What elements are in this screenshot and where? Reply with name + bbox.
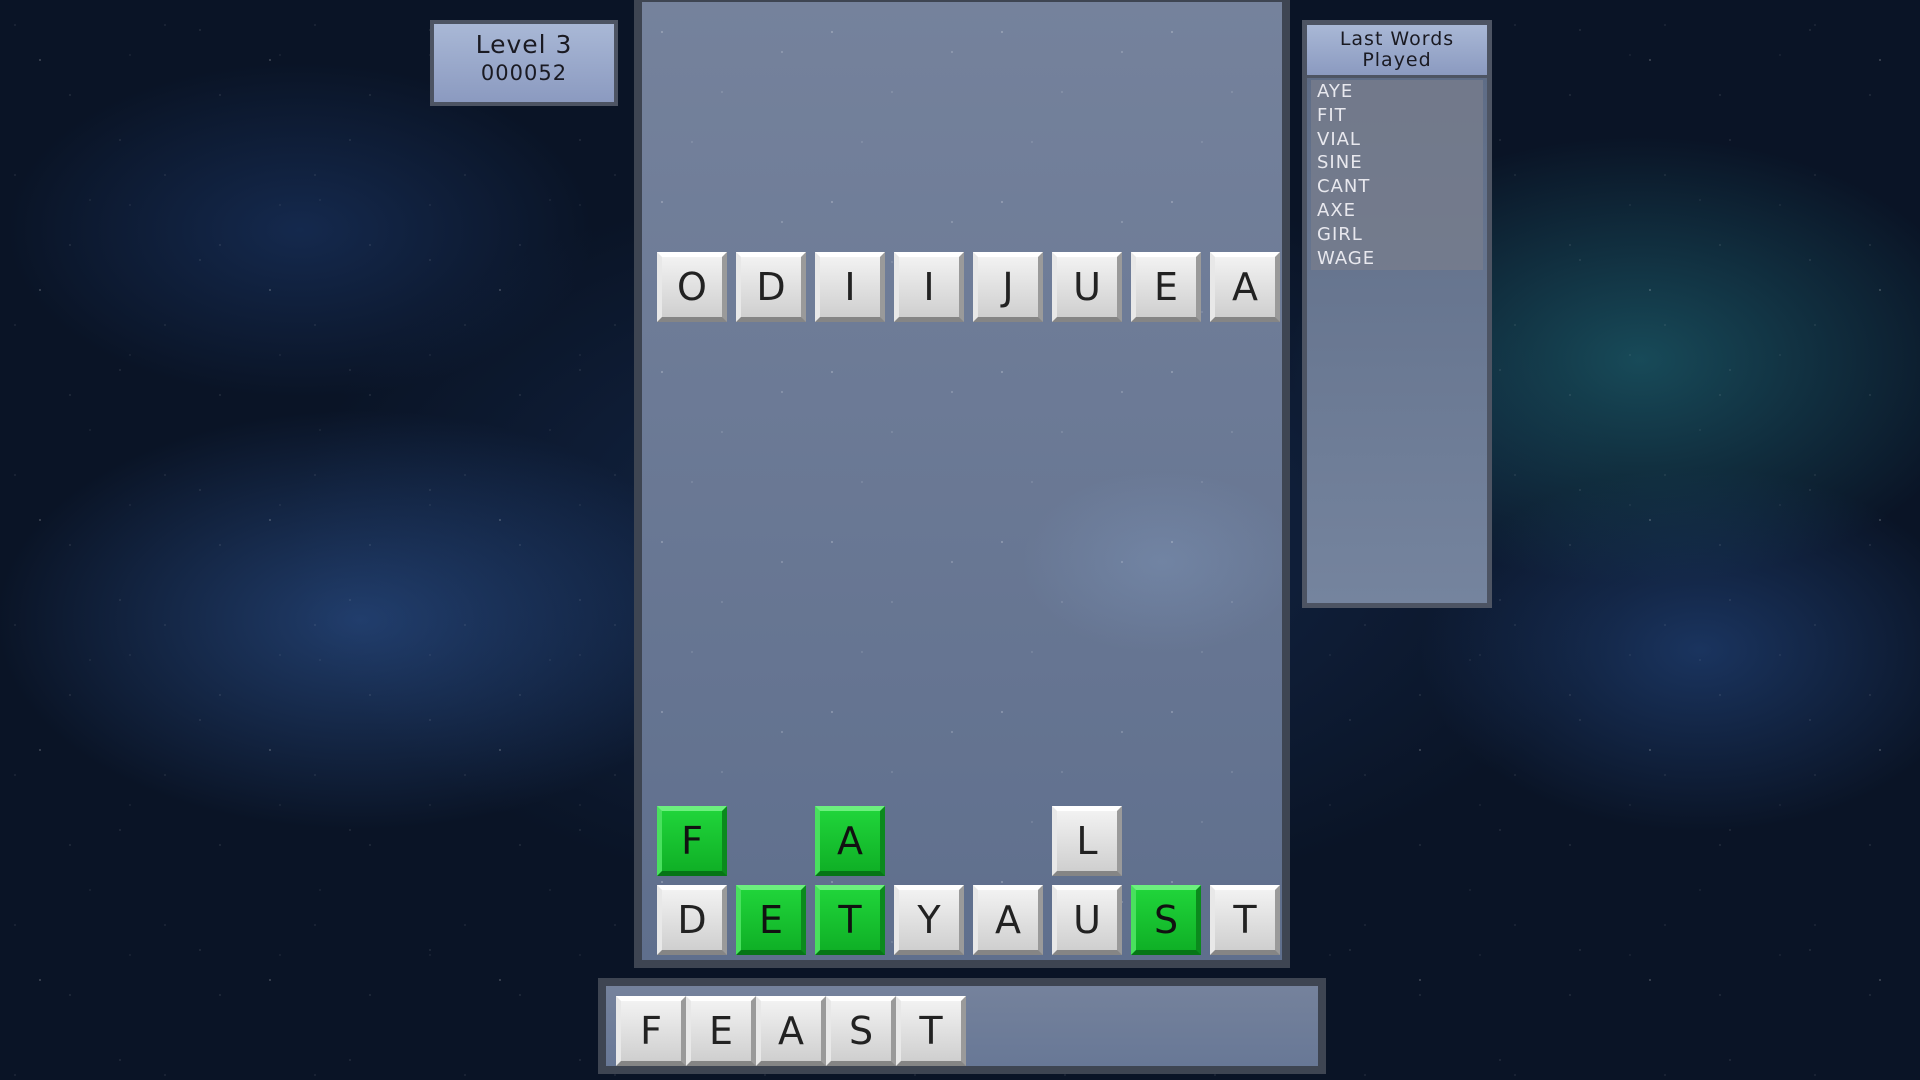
played-word: FIT <box>1317 104 1347 126</box>
stack-tile-selected[interactable]: E <box>736 885 806 955</box>
stack-tile[interactable]: T <box>1210 885 1280 955</box>
level-label: Level 3 <box>475 30 573 59</box>
stack-tile-selected[interactable]: F <box>657 806 727 876</box>
stack-tile[interactable]: U <box>1052 885 1122 955</box>
level-panel: Level 3 000052 <box>430 20 618 106</box>
stack-tile[interactable]: D <box>657 885 727 955</box>
falling-tile[interactable]: D <box>736 252 806 322</box>
last-words-title: Last Words Played <box>1307 25 1487 78</box>
game-board: O D I I J U E A F A L D E T Y A U S T <box>634 0 1290 968</box>
stack-tile[interactable]: L <box>1052 806 1122 876</box>
word-tile[interactable]: F <box>616 996 686 1066</box>
board-background <box>642 2 1282 960</box>
word-tile[interactable]: S <box>826 996 896 1066</box>
stack-tile[interactable]: Y <box>894 885 964 955</box>
falling-tile[interactable]: U <box>1052 252 1122 322</box>
played-word: AXE <box>1317 199 1357 221</box>
word-tile[interactable]: A <box>756 996 826 1066</box>
played-word: SINE <box>1317 152 1363 174</box>
word-tile[interactable]: E <box>686 996 756 1066</box>
falling-tile[interactable]: J <box>973 252 1043 322</box>
falling-tile[interactable]: A <box>1210 252 1280 322</box>
stack-tile-selected[interactable]: A <box>815 806 885 876</box>
played-word: GIRL <box>1317 223 1363 245</box>
last-words-panel: Last Words Played AYE FIT VIAL SINE CANT… <box>1302 20 1492 608</box>
falling-tile[interactable]: E <box>1131 252 1201 322</box>
played-word: VIAL <box>1317 128 1361 150</box>
stack-tile-selected[interactable]: T <box>815 885 885 955</box>
stack-tile[interactable]: A <box>973 885 1043 955</box>
played-word: WAGE <box>1317 247 1376 269</box>
falling-tile[interactable]: I <box>815 252 885 322</box>
played-word: CANT <box>1317 176 1371 198</box>
score-value: 000052 <box>480 61 568 85</box>
word-tile[interactable]: T <box>896 996 966 1066</box>
falling-tile[interactable]: I <box>894 252 964 322</box>
current-word-bar: F E A S T <box>598 978 1326 1074</box>
played-word: AYE <box>1317 81 1354 102</box>
stack-tile-selected[interactable]: S <box>1131 885 1201 955</box>
falling-tile[interactable]: O <box>657 252 727 322</box>
last-words-list: AYE FIT VIAL SINE CANT AXE GIRL WAGE <box>1311 80 1483 271</box>
